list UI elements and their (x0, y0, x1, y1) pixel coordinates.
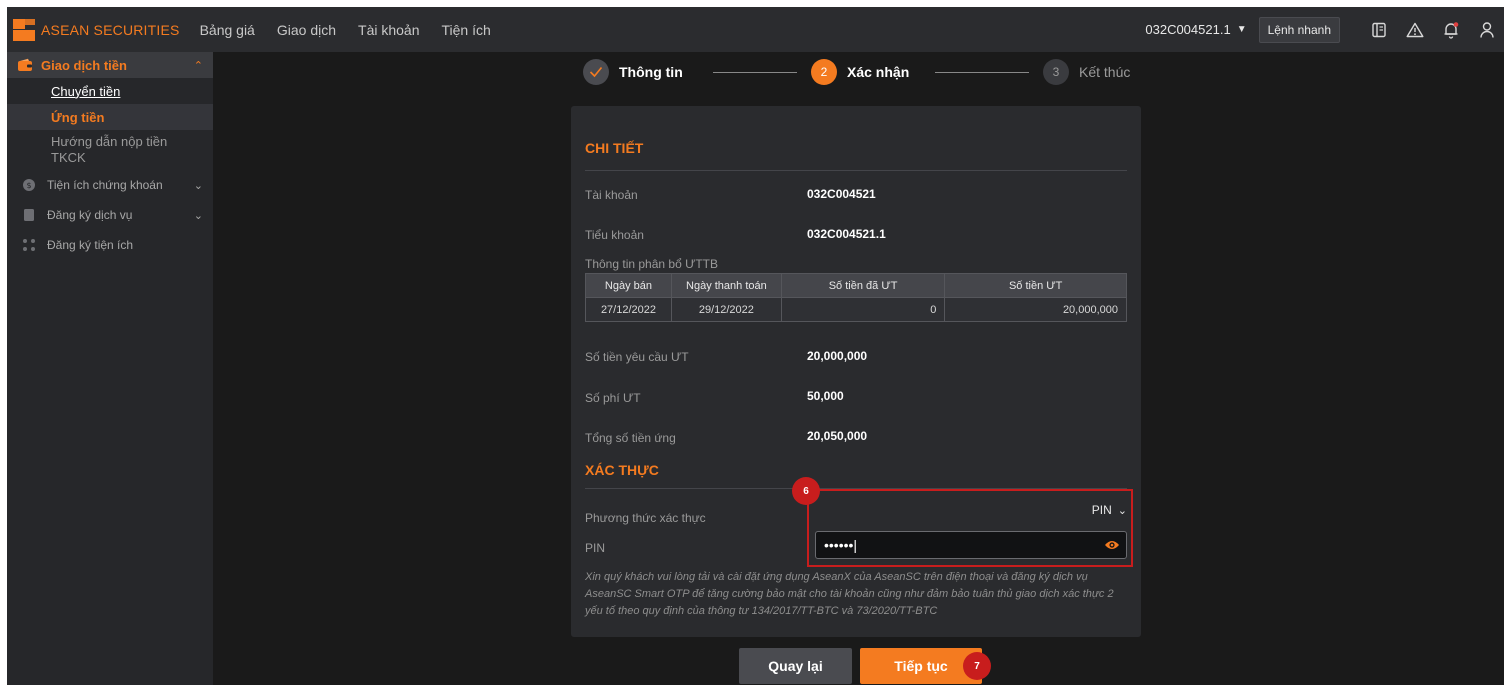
account-value: 032C004521 (807, 187, 876, 201)
details-section-title: CHI TIẾT (585, 140, 644, 156)
step-number: 2 (811, 59, 837, 85)
sidebar-group-service-registration[interactable]: Đăng ký dịch vụ ⌄ (7, 200, 213, 230)
request-amount-value: 20,000,000 (807, 349, 868, 363)
caret-down-icon: ▼ (1236, 24, 1247, 35)
sidebar-item-transfer[interactable]: Chuyển tiền (7, 78, 213, 104)
pin-input-value: •••••• (824, 537, 854, 553)
confirmation-panel: CHI TIẾT Tài khoản 032C004521 Tiểu khoản… (571, 106, 1141, 637)
svg-text:$: $ (26, 181, 31, 190)
annotation-badge-7: 7 (963, 652, 991, 680)
step-info: Thông tin (583, 57, 683, 87)
total-value: 20,050,000 (807, 429, 868, 443)
eye-icon[interactable] (1104, 538, 1120, 552)
step-finish: 3 Kết thúc (1043, 57, 1130, 87)
quick-order-button[interactable]: Lệnh nhanh (1258, 16, 1340, 43)
wallet-icon (17, 58, 33, 72)
progress-stepper: Thông tin 2 Xác nhận 3 Kết thúc (583, 57, 1163, 87)
step-connector (935, 72, 1029, 73)
table-header-row: Ngày bán Ngày thanh toán Số tiền đã ƯT S… (585, 273, 1127, 298)
subaccount-value: 032C004521.1 (807, 227, 886, 241)
col-header-advance-amount: Số tiền ƯT (944, 273, 1127, 298)
sidebar-group-label: Đăng ký tiện ích (47, 238, 134, 252)
nav-utilities[interactable]: Tiện ích (442, 22, 491, 38)
chevron-down-icon: ⌄ (193, 179, 203, 192)
chevron-down-icon: ⌄ (1117, 504, 1127, 517)
fee-value: 50,000 (807, 389, 844, 403)
account-selector[interactable]: 032C004521.1 ▼ (1145, 22, 1246, 37)
top-navbar: ASEAN SECURITIES Bảng giá Giao dịch Tài … (7, 7, 1504, 52)
navbar-right: 032C004521.1 ▼ Lệnh nhanh (1145, 7, 1504, 52)
nav-price-board[interactable]: Bảng giá (200, 22, 255, 38)
pin-input[interactable]: •••••• | (815, 531, 1127, 559)
nav-trading[interactable]: Giao dịch (277, 22, 336, 38)
sidebar-group-label: Tiện ích chứng khoán (47, 178, 163, 192)
brand-name: ASEAN SECURITIES (41, 21, 180, 38)
auth-method-select[interactable]: PIN ⌄ (815, 499, 1127, 521)
cell-advanced-amount: 0 (780, 297, 946, 322)
user-icon[interactable] (1478, 21, 1496, 39)
bell-icon[interactable] (1442, 21, 1460, 39)
step-label: Kết thúc (1079, 64, 1131, 80)
back-button[interactable]: Quay lại (739, 648, 852, 684)
warning-icon[interactable] (1406, 21, 1424, 39)
step-connector (713, 72, 797, 73)
table-row: 27/12/2022 29/12/2022 0 20,000,000 (585, 297, 1127, 322)
account-label: Tài khoản (585, 188, 638, 202)
pin-label: PIN (585, 541, 606, 555)
subaccount-label: Tiểu khoản (585, 228, 644, 242)
account-number: 032C004521.1 (1145, 22, 1231, 37)
highlight-box-step-6: PIN ⌄ •••••• | (807, 489, 1133, 567)
book-icon[interactable] (1370, 21, 1388, 39)
fee-label: Số phí ƯT (585, 391, 641, 405)
sidebar-section-cash-transactions[interactable]: Giao dịch tiền ⌃ (7, 52, 213, 78)
allocation-table: Ngày bán Ngày thanh toán Số tiền đã ƯT S… (585, 273, 1127, 322)
col-header-advanced-amount: Số tiền đã ƯT (780, 273, 946, 298)
sidebar-item-deposit-guide[interactable]: Hướng dẫn nộp tiền TKCK (7, 130, 213, 170)
annotation-badge-6: 6 (792, 477, 820, 505)
coin-icon: $ (21, 177, 37, 193)
chevron-up-icon: ⌃ (193, 59, 203, 72)
divider (585, 170, 1127, 171)
step-label: Thông tin (619, 64, 683, 80)
sidebar-section-label: Giao dịch tiền (41, 57, 127, 73)
auth-section-title: XÁC THỰC (585, 462, 659, 478)
otp-advisory-note: Xin quý khách vui lòng tải và cài đặt ứn… (585, 571, 1114, 617)
total-label: Tổng số tiền ứng (585, 431, 676, 445)
chevron-down-icon: ⌄ (193, 209, 203, 222)
auth-method-label: Phương thức xác thực (585, 511, 706, 525)
col-header-sell-date: Ngày bán (585, 273, 672, 298)
sidebar-item-advance[interactable]: Ứng tiền (7, 104, 213, 130)
app-frame: ASEAN SECURITIES Bảng giá Giao dịch Tài … (7, 7, 1504, 685)
bookmark-icon (21, 207, 37, 223)
step-label: Xác nhận (847, 64, 910, 80)
col-header-settlement-date: Ngày thanh toán (670, 273, 782, 298)
grid-dots-icon (21, 237, 37, 253)
auth-method-value: PIN (1091, 503, 1112, 517)
brand-logo[interactable]: ASEAN SECURITIES (7, 7, 180, 52)
request-amount-label: Số tiền yêu cầu ƯT (585, 350, 689, 364)
cell-sell-date: 27/12/2022 (585, 297, 672, 322)
sidebar-group-utility-registration[interactable]: Đăng ký tiện ích (7, 230, 213, 260)
brand-logo-icon (11, 17, 37, 43)
cell-advance-amount: 20,000,000 (944, 297, 1127, 322)
allocation-label: Thông tin phân bổ ƯTTB (585, 257, 718, 271)
cell-settlement-date: 29/12/2022 (670, 297, 782, 322)
sidebar-group-securities-utilities[interactable]: $ Tiện ích chứng khoán ⌄ (7, 170, 213, 200)
checkmark-icon (583, 59, 609, 85)
step-confirm: 2 Xác nhận (811, 57, 909, 87)
sidebar: Giao dịch tiền ⌃ Chuyển tiền Ứng tiền Hư… (7, 52, 213, 685)
nav-account[interactable]: Tài khoản (358, 22, 419, 38)
step-number: 3 (1043, 59, 1069, 85)
sidebar-group-label: Đăng ký dịch vụ (47, 208, 133, 222)
